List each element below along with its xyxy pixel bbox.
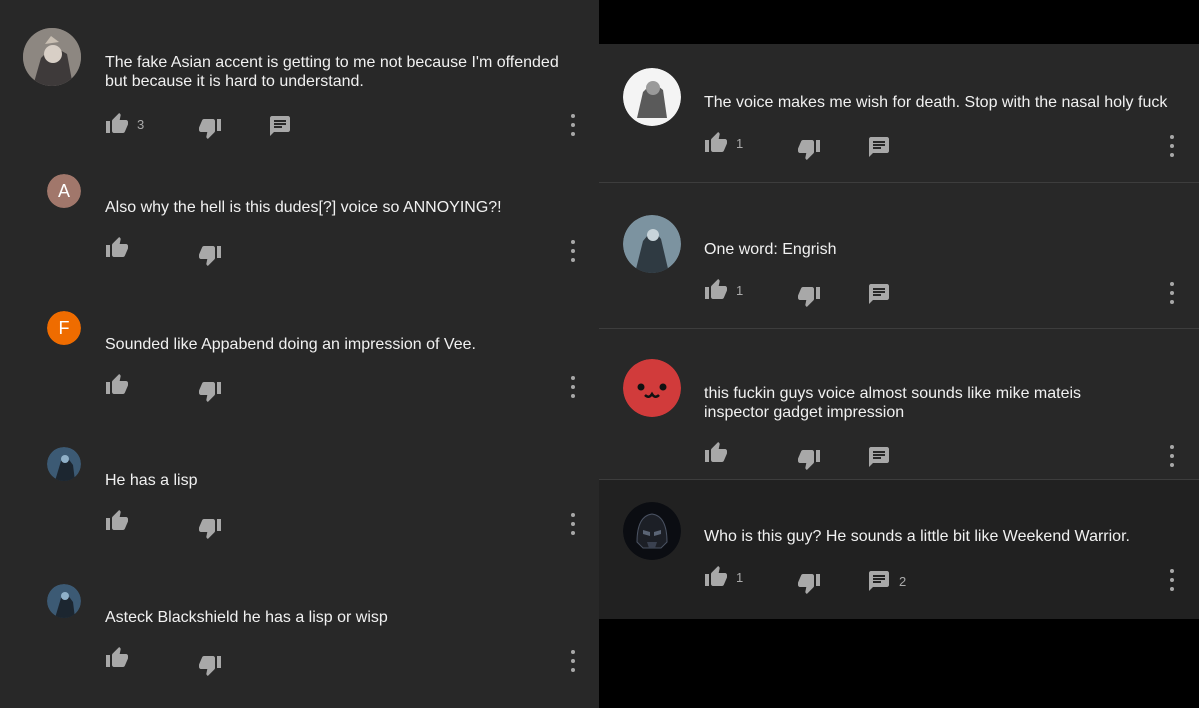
like-button[interactable]: 3 bbox=[105, 112, 144, 136]
reply-icon bbox=[867, 569, 891, 593]
like-button[interactable]: 1 bbox=[704, 131, 743, 155]
user-avatar[interactable] bbox=[47, 447, 81, 481]
avatar-letter: F bbox=[58, 317, 70, 338]
reply-button[interactable] bbox=[867, 282, 891, 306]
comment-divider bbox=[599, 328, 1199, 329]
thumbs-down-icon bbox=[198, 379, 222, 403]
thumbs-down-icon bbox=[198, 653, 222, 677]
more-options-button[interactable] bbox=[1169, 282, 1175, 304]
thumbs-down-icon bbox=[797, 284, 821, 308]
thumbs-up-icon bbox=[105, 646, 129, 670]
more-options-button[interactable] bbox=[570, 650, 576, 672]
dislike-button[interactable] bbox=[198, 516, 222, 540]
comment-text: The fake Asian accent is getting to me n… bbox=[105, 54, 559, 90]
comment-divider bbox=[599, 182, 1199, 183]
avatar-image-icon bbox=[23, 28, 81, 86]
more-options-button[interactable] bbox=[570, 114, 576, 136]
thumbs-down-icon bbox=[797, 571, 821, 595]
reply-button[interactable] bbox=[268, 114, 292, 138]
comment-text: He has a lisp bbox=[105, 472, 198, 489]
thumbs-down-icon bbox=[797, 137, 821, 161]
right-bottom-black-bar bbox=[599, 619, 1199, 708]
reply-icon bbox=[268, 114, 292, 138]
user-avatar[interactable]: F bbox=[47, 311, 81, 345]
comment-text: Also why the hell is this dudes[?] voice… bbox=[105, 199, 502, 216]
dislike-button[interactable] bbox=[198, 116, 222, 140]
comment-text: Sounded like Appabend doing an impressio… bbox=[105, 336, 476, 353]
thumbs-down-icon bbox=[198, 116, 222, 140]
thumbs-up-icon bbox=[704, 441, 728, 465]
thumbs-up-icon bbox=[105, 112, 129, 136]
dislike-button[interactable] bbox=[797, 571, 821, 595]
dislike-button[interactable] bbox=[198, 653, 222, 677]
avatar-letter: A bbox=[57, 180, 70, 201]
comment-divider bbox=[599, 479, 1199, 480]
more-options-button[interactable] bbox=[570, 376, 576, 398]
avatar-image-icon bbox=[623, 215, 681, 273]
user-avatar[interactable] bbox=[23, 28, 81, 86]
reply-button[interactable]: 2 bbox=[867, 569, 906, 593]
reply-icon bbox=[867, 445, 891, 469]
reply-count: 2 bbox=[899, 573, 907, 589]
reply-button[interactable] bbox=[867, 445, 891, 469]
more-options-button[interactable] bbox=[570, 240, 576, 262]
like-button[interactable] bbox=[105, 373, 129, 397]
like-button[interactable] bbox=[105, 646, 129, 670]
thumbs-down-icon bbox=[797, 447, 821, 471]
comment-text: this fuckin guys voice almost sounds lik… bbox=[704, 385, 1082, 421]
highlighted-comment-row bbox=[599, 480, 1199, 619]
left-comments-panel bbox=[0, 0, 599, 708]
thumbs-up-icon bbox=[105, 373, 129, 397]
user-avatar[interactable]: A bbox=[47, 174, 81, 208]
like-button[interactable] bbox=[704, 441, 728, 465]
avatar-image-icon bbox=[623, 68, 681, 126]
more-options-button[interactable] bbox=[570, 513, 576, 535]
user-avatar[interactable] bbox=[623, 68, 681, 126]
avatar-image-icon bbox=[47, 584, 81, 618]
thumbs-up-icon bbox=[704, 131, 728, 155]
comment-text: The voice makes me wish for death. Stop … bbox=[704, 94, 1168, 111]
like-count: 1 bbox=[736, 135, 744, 151]
darth-vader-avatar-icon bbox=[623, 502, 681, 560]
user-avatar[interactable] bbox=[47, 584, 81, 618]
thumbs-down-icon bbox=[198, 243, 222, 267]
user-avatar[interactable] bbox=[623, 359, 681, 417]
like-count: 1 bbox=[736, 282, 744, 298]
dislike-button[interactable] bbox=[198, 379, 222, 403]
like-button[interactable] bbox=[105, 509, 129, 533]
thumbs-up-icon bbox=[105, 236, 129, 260]
user-avatar[interactable] bbox=[623, 215, 681, 273]
comment-text: One word: Engrish bbox=[704, 241, 837, 258]
reply-icon bbox=[867, 282, 891, 306]
dislike-button[interactable] bbox=[198, 243, 222, 267]
like-button[interactable]: 1 bbox=[704, 565, 743, 589]
reply-button[interactable] bbox=[867, 135, 891, 159]
dislike-button[interactable] bbox=[797, 137, 821, 161]
like-button[interactable] bbox=[105, 236, 129, 260]
reply-icon bbox=[867, 135, 891, 159]
dislike-button[interactable] bbox=[797, 284, 821, 308]
like-count: 3 bbox=[137, 116, 145, 132]
thumbs-up-icon bbox=[704, 565, 728, 589]
thumbs-up-icon bbox=[105, 509, 129, 533]
comment-text: Asteck Blackshield he has a lisp or wisp bbox=[105, 609, 388, 626]
avatar-image-icon bbox=[47, 447, 81, 481]
thumbs-down-icon bbox=[198, 516, 222, 540]
like-button[interactable]: 1 bbox=[704, 278, 743, 302]
thumbs-up-icon bbox=[704, 278, 728, 302]
right-top-black-bar bbox=[599, 0, 1199, 44]
comment-text: Who is this guy? He sounds a little bit … bbox=[704, 528, 1130, 545]
dislike-button[interactable] bbox=[797, 447, 821, 471]
red-face-avatar-icon bbox=[623, 359, 681, 417]
user-avatar[interactable] bbox=[623, 502, 681, 560]
more-options-button[interactable] bbox=[1169, 445, 1175, 467]
more-options-button[interactable] bbox=[1169, 569, 1175, 591]
like-count: 1 bbox=[736, 569, 744, 585]
more-options-button[interactable] bbox=[1169, 135, 1175, 157]
